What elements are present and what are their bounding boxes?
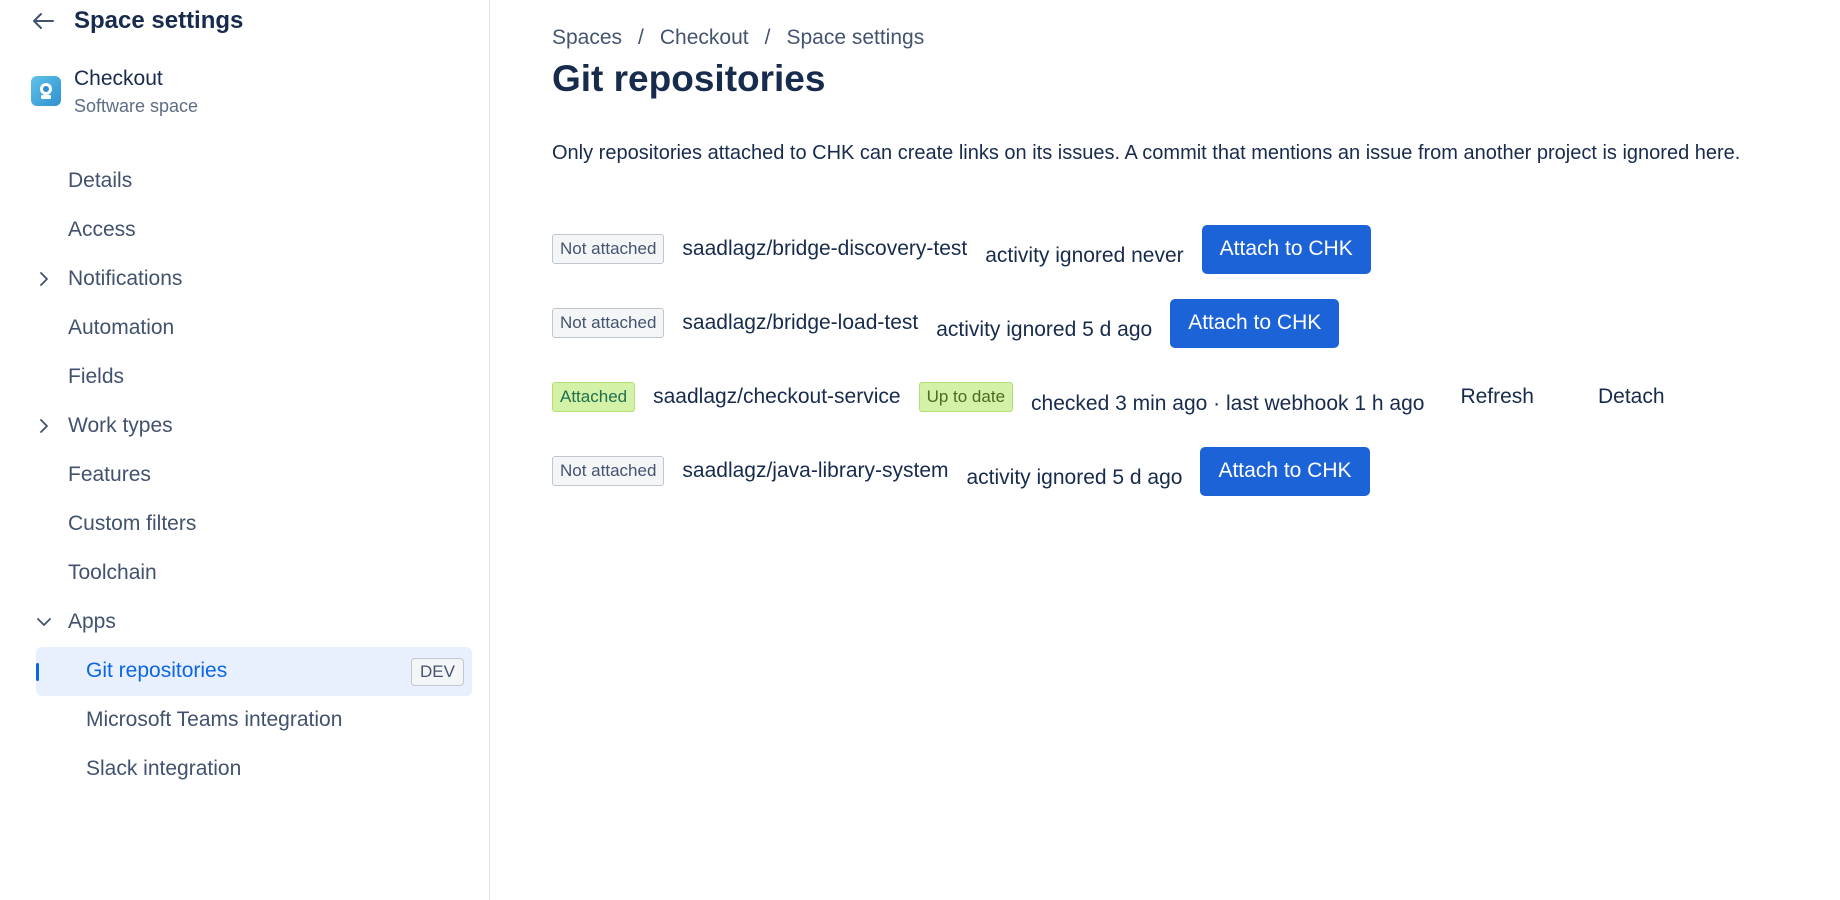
active-indicator [36, 663, 39, 681]
sidebar-item-features[interactable]: Features [0, 453, 490, 497]
dev-badge: DEV [411, 658, 464, 686]
sidebar-item-automation[interactable]: Automation [0, 306, 490, 350]
sidebar-item-notifications[interactable]: Notifications [0, 257, 490, 301]
sidebar-item-details[interactable]: Details [0, 159, 490, 203]
space-type: Software space [74, 96, 199, 116]
sidebar-item-access[interactable]: Access [0, 208, 490, 252]
attach-button[interactable]: Attach to CHK [1201, 224, 1371, 274]
detach-button[interactable]: Detach [1586, 377, 1677, 417]
sidebar-item-label: Fields [68, 365, 125, 388]
status-badge: Attached [552, 382, 636, 412]
repo-activity: checked 3 min ago · last webhook 1 h ago [1031, 392, 1425, 415]
sidebar-item-label: Access [68, 218, 136, 241]
sidebar-item-git-repositories[interactable]: Git repositories DEV [36, 647, 472, 696]
sidebar-item-toolchain[interactable]: Toolchain [0, 551, 490, 595]
arrow-left-icon [33, 13, 54, 29]
repo-name: saadlagz/bridge-load-test [682, 311, 919, 334]
chevron-right-icon[interactable] [36, 418, 52, 434]
breadcrumb-space-settings[interactable]: Space settings [786, 26, 924, 50]
repo-activity: activity ignored 5 d ago [966, 466, 1183, 489]
sidebar-item-label: Work types [68, 414, 173, 437]
main-content: Spaces / Checkout / Space settings Git r… [552, 0, 1840, 900]
sync-status-badge: Up to date [918, 382, 1014, 412]
sidebar-item-label: Microsoft Teams integration [86, 708, 343, 731]
sidebar-item-label: Slack integration [86, 757, 242, 780]
back-button[interactable] [30, 8, 56, 34]
chevron-down-icon[interactable] [36, 614, 52, 630]
sidebar-header: Space settings [30, 7, 244, 34]
repo-row: Not attached saadlagz/bridge-discovery-t… [552, 224, 1371, 274]
refresh-button[interactable]: Refresh [1448, 377, 1546, 417]
sidebar-item-label: Features [68, 463, 151, 486]
space-avatar [31, 76, 61, 106]
sidebar-item-slack[interactable]: Slack integration [0, 747, 490, 791]
repo-activity: activity ignored never [985, 244, 1184, 267]
repo-name: saadlagz/bridge-discovery-test [682, 237, 968, 260]
chevron-right-icon[interactable] [36, 271, 52, 287]
sidebar-title: Space settings [74, 7, 244, 34]
page-description: Only repositories attached to CHK can cr… [552, 142, 1741, 164]
attach-button[interactable]: Attach to CHK [1170, 298, 1340, 348]
sidebar-item-label: Apps [68, 610, 116, 633]
sidebar-item-work-types[interactable]: Work types [0, 404, 490, 448]
sidebar-item-label: Details [68, 169, 133, 192]
repo-name: saadlagz/checkout-service [653, 385, 901, 408]
status-badge: Not attached [552, 308, 665, 338]
sidebar-item-custom-filters[interactable]: Custom filters [0, 502, 490, 546]
repo-row: Not attached saadlagz/java-library-syste… [552, 446, 1370, 496]
breadcrumb-spaces[interactable]: Spaces [552, 26, 622, 50]
page-title: Git repositories [552, 58, 826, 99]
repo-activity: activity ignored 5 d ago [936, 318, 1153, 341]
breadcrumb-separator: / [638, 26, 644, 49]
sidebar-item-fields[interactable]: Fields [0, 355, 490, 399]
sidebar-item-label: Custom filters [68, 512, 197, 535]
sidebar-item-label: Git repositories [86, 659, 228, 682]
sidebar-item-label: Automation [68, 316, 175, 339]
breadcrumb-checkout[interactable]: Checkout [660, 26, 749, 50]
breadcrumb: Spaces / Checkout / Space settings [552, 26, 924, 50]
breadcrumb-separator: / [764, 26, 771, 49]
sidebar-item-label: Toolchain [68, 561, 157, 584]
status-badge: Not attached [552, 456, 665, 486]
repo-name: saadlagz/java-library-system [682, 459, 949, 482]
repo-row: Not attached saadlagz/bridge-load-test a… [552, 298, 1340, 348]
space-robot-icon [40, 83, 52, 99]
space-info[interactable]: Checkout Software space [31, 66, 198, 118]
sidebar-item-microsoft-teams[interactable]: Microsoft Teams integration [0, 698, 490, 742]
sidebar-item-apps[interactable]: Apps [0, 600, 490, 644]
space-name: Checkout [74, 67, 163, 90]
repo-row: Attached saadlagz/checkout-service Up to… [552, 372, 1677, 422]
attach-button[interactable]: Attach to CHK [1200, 446, 1370, 496]
status-badge: Not attached [552, 234, 665, 264]
sidebar: Space settings Checkout Software space D… [0, 0, 490, 900]
sidebar-item-label: Notifications [68, 267, 183, 290]
